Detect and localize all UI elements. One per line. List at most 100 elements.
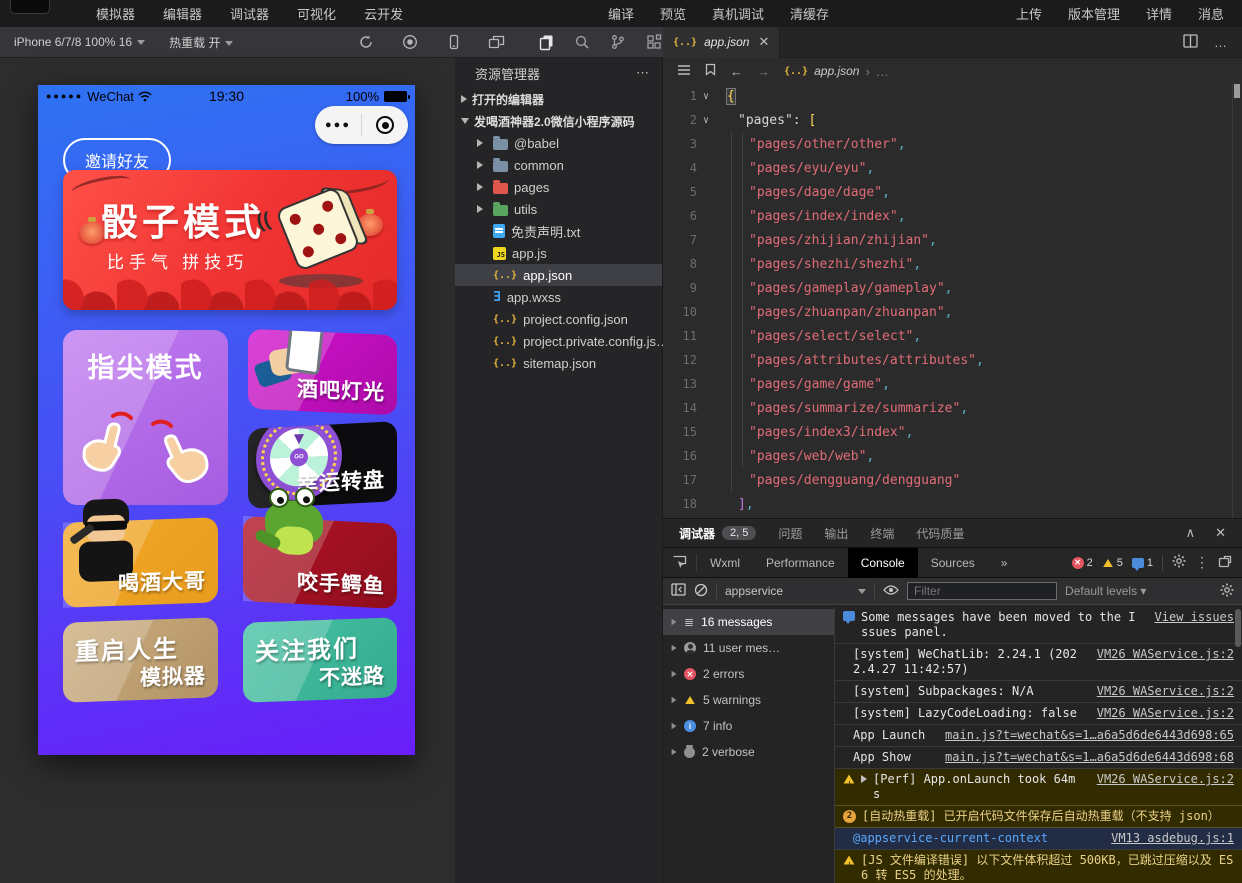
explorer-item-common[interactable]: common: [455, 154, 662, 176]
menu-item-真机调试[interactable]: 真机调试: [712, 4, 764, 23]
devtools-tab-wxml[interactable]: Wxml: [697, 548, 753, 578]
restart-life-card[interactable]: 重启人生 模拟器: [63, 617, 218, 702]
explorer-item-app.json[interactable]: {..}app.json: [455, 264, 662, 286]
console-filter-11-user-mes…[interactable]: 11 user mes…: [663, 635, 834, 661]
eye-icon[interactable]: [883, 584, 899, 599]
bookmark-icon[interactable]: [705, 63, 716, 79]
nav-forward-icon[interactable]: →: [757, 64, 770, 79]
fold-chevron-icon[interactable]: ∨: [697, 115, 715, 126]
console-filter-7-info[interactable]: i7 info: [663, 713, 834, 739]
phone-device-icon[interactable]: [439, 27, 469, 58]
menu-item-可视化[interactable]: 可视化: [297, 4, 336, 23]
source-link[interactable]: VM26 WAService.js:2: [1097, 684, 1234, 699]
warning-count-badge[interactable]: 5: [1102, 557, 1123, 569]
log-levels-selector[interactable]: Default levels ▾: [1065, 584, 1146, 598]
explorer-item-app.js[interactable]: JSapp.js: [455, 242, 662, 264]
menu-item-清缓存[interactable]: 清缓存: [790, 4, 829, 23]
source-link[interactable]: VM26 WAService.js:2: [1097, 772, 1234, 787]
git-branch-icon[interactable]: [603, 27, 633, 58]
device-selector[interactable]: iPhone 6/7/8 100% 16: [14, 35, 145, 49]
explorer-item-sitemap.json[interactable]: {..}sitemap.json: [455, 352, 662, 374]
code-content[interactable]: 1∨{2∨"pages": [3"pages/other/other",4"pa…: [663, 84, 1232, 518]
more-dots-icon[interactable]: ●●●: [315, 119, 361, 131]
menu-item-云开发[interactable]: 云开发: [364, 4, 403, 23]
console-filter-input[interactable]: [907, 582, 1057, 600]
error-count-badge[interactable]: ✕2: [1072, 557, 1093, 569]
debugger-tab-输出[interactable]: 输出: [824, 525, 848, 542]
menu-item-消息[interactable]: 消息: [1198, 4, 1224, 23]
close-panel-icon[interactable]: ✕: [1215, 525, 1226, 541]
explorer-files-icon[interactable]: [531, 27, 561, 58]
menu-item-模拟器[interactable]: 模拟器: [96, 4, 135, 23]
tab-app-json[interactable]: {..} app.json ✕: [663, 27, 780, 58]
hot-reload-selector[interactable]: 热重载 开: [169, 34, 233, 51]
source-link[interactable]: VM26 WAService.js:2: [1097, 706, 1234, 721]
follow-us-card[interactable]: 关注我们 不迷路: [243, 617, 397, 702]
editor-scrollbar[interactable]: [1232, 84, 1242, 518]
explorer-item-pages[interactable]: pages: [455, 176, 662, 198]
explorer-item-@babel[interactable]: @babel: [455, 132, 662, 154]
debugger-tab-问题[interactable]: 问题: [778, 525, 802, 542]
explorer-item-project.private.config.js…[interactable]: {..}project.private.config.js…: [455, 330, 662, 352]
close-tab-icon[interactable]: ✕: [758, 34, 769, 50]
clear-console-icon[interactable]: [694, 583, 708, 600]
explorer-item-utils[interactable]: utils: [455, 198, 662, 220]
menu-item-编辑器[interactable]: 编辑器: [163, 4, 202, 23]
source-link[interactable]: main.js?t=wechat&s=1…a6a5d6de6443d698:68: [945, 750, 1234, 765]
tabs-overflow-icon[interactable]: »: [988, 548, 1021, 578]
panel-toggle-icon[interactable]: [671, 583, 686, 599]
split-editor-icon[interactable]: [1183, 34, 1198, 51]
menu-item-详情[interactable]: 详情: [1146, 4, 1172, 23]
multi-window-icon[interactable]: [481, 27, 511, 58]
debugger-tab-调试器[interactable]: 调试器2, 5: [679, 525, 756, 542]
fingertip-mode-card[interactable]: 指尖模式: [63, 330, 228, 505]
debugger-tab-终端[interactable]: 终端: [870, 525, 894, 542]
search-icon[interactable]: [567, 27, 597, 58]
explorer-item-app.wxss[interactable]: Ǝapp.wxss: [455, 286, 662, 308]
menu-item-上传[interactable]: 上传: [1016, 4, 1042, 23]
home-target-icon[interactable]: [362, 116, 408, 134]
source-link[interactable]: View issues: [1155, 610, 1234, 625]
console-filter-2-verbose[interactable]: 2 verbose: [663, 739, 834, 765]
context-selector[interactable]: appservice: [725, 584, 866, 598]
dice-mode-banner[interactable]: 骰子模式 比手气 拼技巧 ((: [63, 170, 397, 310]
expand-icon[interactable]: [861, 775, 867, 783]
menu-item-版本管理[interactable]: 版本管理: [1068, 4, 1120, 23]
popout-icon[interactable]: [1218, 555, 1232, 571]
source-link[interactable]: VM26 WAService.js:2: [1097, 647, 1234, 662]
menu-item-调试器[interactable]: 调试器: [230, 4, 269, 23]
source-link[interactable]: main.js?t=wechat&s=1…a6a5d6de6443d698:65: [945, 728, 1234, 743]
bar-light-card[interactable]: 酒吧灯光: [248, 329, 397, 416]
menu-item-编译[interactable]: 编译: [608, 4, 634, 23]
collapse-panel-icon[interactable]: ∧: [1186, 525, 1196, 541]
console-scrollbar[interactable]: [1235, 609, 1241, 647]
console-settings-gear-icon[interactable]: [1220, 583, 1234, 600]
source-link[interactable]: VM13 asdebug.js:1: [1111, 831, 1234, 846]
devtools-tab-sources[interactable]: Sources: [918, 548, 988, 578]
menu-item-预览[interactable]: 预览: [660, 4, 686, 23]
fold-chevron-icon[interactable]: ∨: [697, 91, 715, 102]
crocodile-card[interactable]: 咬手鳄鱼: [243, 516, 397, 609]
breadcrumb-file[interactable]: app.json: [814, 64, 859, 78]
debugger-tab-代码质量[interactable]: 代码质量: [916, 525, 964, 542]
record-icon[interactable]: [395, 27, 425, 58]
console-filter-16-messages[interactable]: ≣16 messages: [663, 609, 834, 635]
explorer-item-project.config.json[interactable]: {..}project.config.json: [455, 308, 662, 330]
outline-icon[interactable]: [677, 64, 691, 79]
devtools-tab-performance[interactable]: Performance: [753, 548, 848, 578]
settings-gear-icon[interactable]: [1172, 554, 1186, 571]
explorer-more-icon[interactable]: ⋯: [636, 65, 650, 81]
console-filter-2-errors[interactable]: ✕2 errors: [663, 661, 834, 687]
console-filter-5-warnings[interactable]: 5 warnings: [663, 687, 834, 713]
message-count-badge[interactable]: 1: [1132, 557, 1153, 569]
breadcrumb-more[interactable]: …: [876, 64, 889, 79]
nav-back-icon[interactable]: ←: [730, 64, 743, 79]
devtools-tab-console[interactable]: Console: [848, 548, 918, 578]
drink-bro-card[interactable]: 喝酒大哥: [63, 517, 218, 607]
open-editors-section[interactable]: 打开的编辑器: [455, 88, 662, 110]
refresh-icon[interactable]: [351, 27, 381, 58]
inspect-element-icon[interactable]: [663, 554, 697, 572]
explorer-item-免责声明.txt[interactable]: 免责声明.txt: [455, 220, 662, 242]
project-root[interactable]: 发喝酒神器2.0微信小程序源码: [455, 110, 662, 132]
more-vertical-icon[interactable]: ⋮: [1195, 554, 1209, 571]
